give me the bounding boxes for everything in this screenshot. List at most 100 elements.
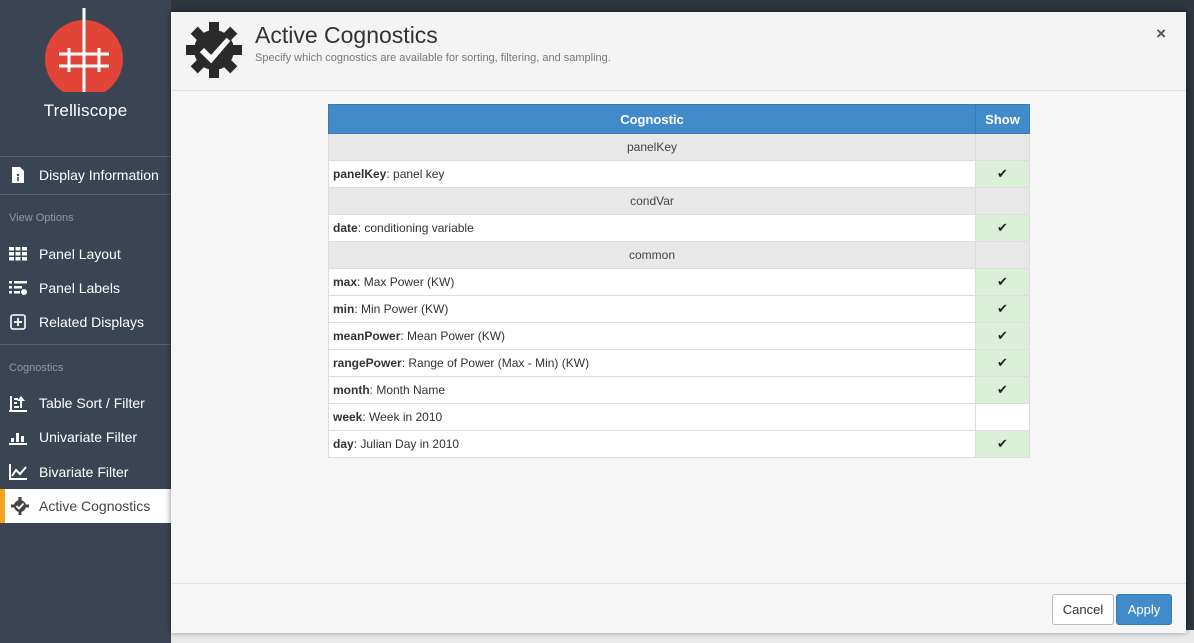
table-row[interactable]: max: Max Power (KW) ✔ <box>328 268 1030 296</box>
cognostic-name: week <box>333 410 363 424</box>
cognostic-cell: day: Julian Day in 2010 <box>328 430 976 458</box>
checkmark-icon: ✔ <box>997 274 1008 289</box>
cognostic-description: : Range of Power (Max - Min) (KW) <box>401 356 590 370</box>
show-toggle-cell[interactable]: ✔ <box>975 376 1030 404</box>
table-row[interactable]: rangePower: Range of Power (Max - Min) (… <box>328 349 1030 377</box>
cognostic-description: : Month Name <box>369 383 446 397</box>
sidebar-item-panel-labels[interactable]: Panel Labels <box>0 271 171 305</box>
sidebar-item-panel-layout[interactable]: Panel Layout <box>0 237 171 271</box>
cognostic-name: panelKey <box>333 167 387 181</box>
cognostic-description: : Min Power (KW) <box>354 302 449 316</box>
show-toggle-cell[interactable]: ✔ <box>975 214 1030 242</box>
cognostic-name: date <box>333 221 358 235</box>
sidebar-item-active-cognostics[interactable]: Active Cognostics <box>0 489 171 523</box>
modal-subtitle: Specify which cognostics are available f… <box>255 52 611 64</box>
divider <box>0 344 171 345</box>
checkmark-icon: ✔ <box>997 220 1008 235</box>
table-group-row: condVar <box>328 187 1030 215</box>
table-group-row: common <box>328 241 1030 269</box>
table-row[interactable]: panelKey: panel key ✔ <box>328 160 1030 188</box>
divider <box>0 156 171 157</box>
cognostic-cell: min: Min Power (KW) <box>328 295 976 323</box>
plus-square-icon <box>9 313 27 331</box>
checkmark-icon: ✔ <box>997 301 1008 316</box>
group-label: condVar <box>328 187 976 215</box>
section-header-cognostics: Cognostics <box>9 362 64 374</box>
sidebar-item-display-information[interactable]: Display Information <box>0 158 171 192</box>
table-row[interactable]: min: Min Power (KW) ✔ <box>328 295 1030 323</box>
cognostic-cell: week: Week in 2010 <box>328 403 976 431</box>
checkmark-icon: ✔ <box>997 166 1008 181</box>
table-row[interactable]: date: conditioning variable ✔ <box>328 214 1030 242</box>
show-toggle-cell[interactable]: ✔ <box>975 268 1030 296</box>
cognostic-cell: panelKey: panel key <box>328 160 976 188</box>
sidebar-item-label: Related Displays <box>39 314 145 330</box>
cognostic-description: : conditioning variable <box>357 221 474 235</box>
cognostic-description: : Week in 2010 <box>362 410 443 424</box>
group-show-cell <box>975 133 1030 161</box>
table-row[interactable]: day: Julian Day in 2010 ✔ <box>328 430 1030 458</box>
show-toggle-cell[interactable] <box>975 403 1030 431</box>
cognostic-description: : panel key <box>386 167 445 181</box>
sidebar-item-label: Table Sort / Filter <box>39 395 145 411</box>
table-row[interactable]: meanPower: Mean Power (KW) ✔ <box>328 322 1030 350</box>
grid-icon <box>9 245 27 263</box>
sidebar-item-label: Univariate Filter <box>39 429 138 445</box>
table-row[interactable]: week: Week in 2010 <box>328 403 1030 431</box>
cognostic-name: meanPower <box>333 329 401 343</box>
sidebar-item-label: Panel Layout <box>39 246 121 262</box>
cognostic-description: : Julian Day in 2010 <box>353 437 460 451</box>
close-button[interactable]: × <box>1156 24 1166 44</box>
labels-icon <box>9 279 27 297</box>
app-title: Trelliscope <box>43 101 128 120</box>
sidebar-item-bivariate-filter[interactable]: Bivariate Filter <box>0 455 171 489</box>
cognostic-description: : Max Power (KW) <box>357 275 455 289</box>
group-show-cell <box>975 241 1030 269</box>
show-toggle-cell[interactable]: ✔ <box>975 295 1030 323</box>
table-row[interactable]: month: Month Name ✔ <box>328 376 1030 404</box>
cognostics-table-body: panelKey panelKey: panel key ✔ condVar date:… <box>328 133 1030 458</box>
checkmark-icon: ✔ <box>997 328 1008 343</box>
cognostic-cell: meanPower: Mean Power (KW) <box>328 322 976 350</box>
show-toggle-cell[interactable]: ✔ <box>975 349 1030 377</box>
cognostic-cell: date: conditioning variable <box>328 214 976 242</box>
bar-chart-icon <box>9 428 27 446</box>
sidebar-item-related-displays[interactable]: Related Displays <box>0 305 171 339</box>
cancel-button[interactable]: Cancel <box>1052 594 1114 625</box>
cognostic-cell: rangePower: Range of Power (Max - Min) (… <box>328 349 976 377</box>
line-chart-icon <box>9 463 27 481</box>
gear-check-icon <box>11 497 29 515</box>
sidebar-item-table-sort-filter[interactable]: Table Sort / Filter <box>0 386 171 420</box>
cognostic-name: rangePower <box>333 356 402 370</box>
group-label: common <box>328 241 976 269</box>
apply-button[interactable]: Apply <box>1116 594 1172 625</box>
sidebar-item-label: Panel Labels <box>39 280 120 296</box>
section-header-view-options: View Options <box>9 212 74 224</box>
column-header-cognostic[interactable]: Cognostic <box>328 104 976 134</box>
group-show-cell <box>975 187 1030 215</box>
group-label: panelKey <box>328 133 976 161</box>
modal-footer: Cancel Apply <box>171 583 1186 633</box>
cognostic-name: max <box>333 275 358 289</box>
show-toggle-cell[interactable]: ✔ <box>975 160 1030 188</box>
cognostic-name: day <box>333 437 354 451</box>
cognostic-description: : Mean Power (KW) <box>400 329 506 343</box>
logo: Trelliscope <box>0 0 171 156</box>
column-header-show[interactable]: Show <box>975 104 1030 134</box>
trelliscope-logo <box>45 8 123 92</box>
cognostics-table: Cognostic Show panelKey panelKey: panel k… <box>328 104 1030 458</box>
cognostic-name: min <box>333 302 355 316</box>
sidebar-item-univariate-filter[interactable]: Univariate Filter <box>0 420 171 454</box>
cognostic-cell: max: Max Power (KW) <box>328 268 976 296</box>
sidebar-item-label: Display Information <box>39 167 159 183</box>
checkmark-icon: ✔ <box>997 382 1008 397</box>
checkmark-icon: ✔ <box>997 436 1008 451</box>
divider <box>0 194 171 195</box>
modal-header: Active Cognostics Specify which cognosti… <box>171 12 1186 91</box>
show-toggle-cell[interactable]: ✔ <box>975 430 1030 458</box>
cognostic-name: month <box>333 383 370 397</box>
sidebar-item-label: Active Cognostics <box>39 498 151 514</box>
show-toggle-cell[interactable]: ✔ <box>975 322 1030 350</box>
file-info-icon <box>9 166 27 184</box>
sidebar-item-label: Bivariate Filter <box>39 464 129 480</box>
